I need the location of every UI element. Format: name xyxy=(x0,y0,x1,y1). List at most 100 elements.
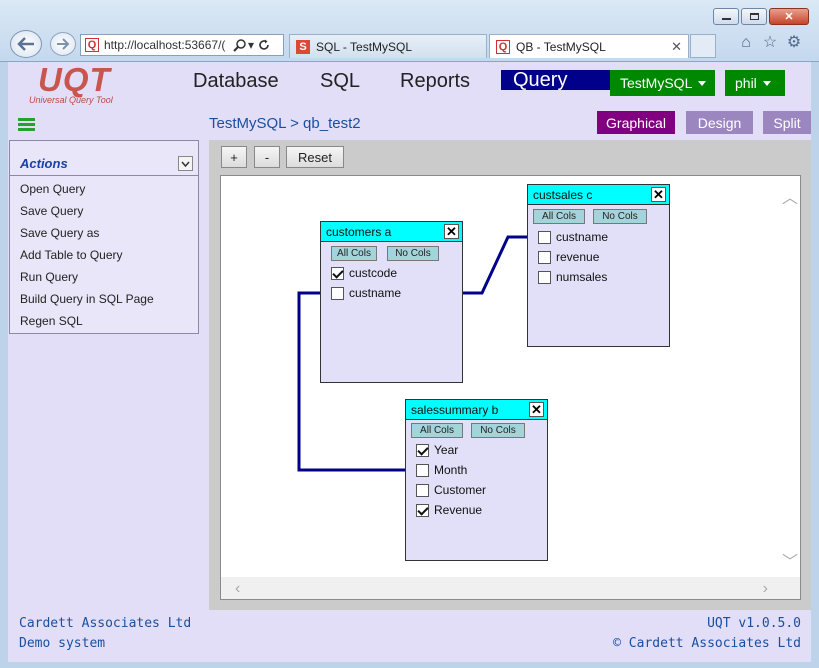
database-select-label: TestMySQL xyxy=(620,75,693,91)
all-cols-button[interactable]: All Cols xyxy=(411,423,463,438)
no-cols-button[interactable]: No Cols xyxy=(471,423,525,438)
window-controls: ✕ xyxy=(713,8,809,25)
action-open-query[interactable]: Open Query xyxy=(10,182,198,204)
footer-copyright: © Cardett Associates Ltd xyxy=(613,636,801,651)
tab-label: SQL - TestMySQL xyxy=(316,39,413,54)
new-tab-button[interactable] xyxy=(690,34,716,58)
table-box-customers[interactable]: customers a ✕ All Cols No Cols custcode … xyxy=(320,221,463,383)
hamburger-menu-icon[interactable] xyxy=(18,118,35,132)
all-cols-button[interactable]: All Cols xyxy=(533,209,585,224)
sidebar: Actions Open Query Save Query Save Query… xyxy=(8,140,209,610)
table-header[interactable]: custsales c ✕ xyxy=(528,185,669,205)
table-box-salessummary[interactable]: salessummary b ✕ All Cols No Cols Year M… xyxy=(405,399,548,561)
column-row: Revenue xyxy=(416,503,482,517)
action-add-table[interactable]: Add Table to Query xyxy=(10,248,198,270)
table-name: customers a xyxy=(326,225,392,239)
forward-button[interactable] xyxy=(50,32,76,56)
design-view-button[interactable]: Design xyxy=(686,111,753,134)
chevron-down-icon xyxy=(698,80,707,86)
column-name: Month xyxy=(434,463,468,477)
column-row: Month xyxy=(416,463,467,477)
footer-system: Demo system xyxy=(19,636,106,651)
app-header: UQT Universal Query Tool Database SQL Re… xyxy=(8,62,811,108)
back-button[interactable] xyxy=(10,30,42,58)
address-url[interactable]: http://localhost:53667/( xyxy=(104,38,230,52)
join-line-customers-custsales xyxy=(462,235,527,295)
actions-menu: Open Query Save Query Save Query as Add … xyxy=(10,176,198,336)
column-checkbox[interactable] xyxy=(331,286,344,300)
user-menu-button[interactable]: phil xyxy=(725,70,785,96)
table-header[interactable]: customers a ✕ xyxy=(321,222,462,242)
column-row: custcode xyxy=(331,266,397,280)
no-cols-button[interactable]: No Cols xyxy=(387,246,439,261)
remove-table-close-icon[interactable]: ✕ xyxy=(529,402,544,417)
column-checkbox[interactable] xyxy=(538,250,551,264)
all-cols-button[interactable]: All Cols xyxy=(331,246,377,261)
horizontal-scrollbar[interactable]: ‹ › xyxy=(221,577,800,599)
action-save-query[interactable]: Save Query xyxy=(10,204,198,226)
query-canvas[interactable]: customers a ✕ All Cols No Cols custcode … xyxy=(220,175,801,600)
sql-favicon-icon: S xyxy=(296,39,310,54)
browser-chrome: ✕ Q http://localhost:53667/( ▾ S SQL - T… xyxy=(0,0,819,62)
address-bar[interactable]: Q http://localhost:53667/( ▾ xyxy=(80,34,284,56)
action-regen-sql[interactable]: Regen SQL xyxy=(10,314,198,336)
no-cols-button[interactable]: No Cols xyxy=(593,209,647,224)
table-box-custsales[interactable]: custsales c ✕ All Cols No Cols custname … xyxy=(527,184,670,347)
column-row: revenue xyxy=(538,250,599,264)
favorites-star-icon[interactable]: ☆ xyxy=(761,34,779,52)
home-icon[interactable]: ⌂ xyxy=(737,34,755,52)
tab-qb[interactable]: Q QB - TestMySQL ✕ xyxy=(489,34,689,58)
column-checkbox[interactable] xyxy=(416,443,429,457)
close-tab-icon[interactable]: ✕ xyxy=(671,39,682,55)
scroll-down-icon[interactable]: ﹀ xyxy=(782,548,798,572)
minimize-icon xyxy=(721,18,731,20)
close-window-button[interactable]: ✕ xyxy=(769,8,809,25)
split-view-button[interactable]: Split xyxy=(763,111,811,134)
actions-panel-header: Actions xyxy=(10,141,198,176)
column-name: numsales xyxy=(556,270,608,284)
column-row: custname xyxy=(538,230,608,244)
nav-database[interactable]: Database xyxy=(193,70,279,93)
refresh-icon[interactable] xyxy=(258,39,270,51)
zoom-out-button[interactable]: - xyxy=(254,146,280,168)
settings-gear-icon[interactable]: ⚙ xyxy=(785,34,803,52)
action-save-query-as[interactable]: Save Query as xyxy=(10,226,198,248)
remove-table-close-icon[interactable]: ✕ xyxy=(444,224,459,239)
column-checkbox[interactable] xyxy=(538,230,551,244)
tab-sql[interactable]: S SQL - TestMySQL xyxy=(289,34,487,58)
footer-version: UQT v1.0.5.0 xyxy=(707,616,801,631)
dropdown-icon[interactable]: ▾ xyxy=(248,38,254,52)
scroll-up-icon[interactable]: ︿ xyxy=(782,184,798,208)
remove-table-close-icon[interactable]: ✕ xyxy=(651,187,666,202)
column-name: custcode xyxy=(349,266,398,280)
column-checkbox[interactable] xyxy=(538,270,551,284)
uqt-logo[interactable]: UQT Universal Query Tool xyxy=(29,62,128,106)
graphical-view-button[interactable]: Graphical xyxy=(597,111,675,134)
site-favicon-icon: Q xyxy=(85,38,99,52)
action-build-query-sql[interactable]: Build Query in SQL Page xyxy=(10,292,198,314)
table-header[interactable]: salessummary b ✕ xyxy=(406,400,547,420)
minimize-button[interactable] xyxy=(713,8,739,25)
actions-panel: Actions Open Query Save Query Save Query… xyxy=(9,140,199,334)
sub-header: TestMySQL > qb_test2 Graphical Design Sp… xyxy=(8,108,811,140)
breadcrumb: TestMySQL > qb_test2 xyxy=(209,115,361,132)
scroll-left-icon[interactable]: ‹ xyxy=(235,580,240,598)
column-checkbox[interactable] xyxy=(416,463,429,477)
scroll-right-icon[interactable]: › xyxy=(763,580,768,598)
nav-sql[interactable]: SQL xyxy=(320,70,360,93)
column-checkbox[interactable] xyxy=(416,503,429,517)
main-area: + - Reset customers a ✕ All Cols No Cols… xyxy=(209,140,811,610)
database-select-button[interactable]: TestMySQL xyxy=(610,70,715,96)
search-icon[interactable] xyxy=(233,38,246,52)
reset-button[interactable]: Reset xyxy=(286,146,344,168)
footer-company: Cardett Associates Ltd xyxy=(19,616,192,631)
footer: Cardett Associates Ltd Demo system UQT v… xyxy=(8,610,811,662)
column-checkbox[interactable] xyxy=(416,483,429,497)
collapse-chevron-icon[interactable] xyxy=(178,156,193,171)
column-checkbox[interactable] xyxy=(331,266,344,280)
action-run-query[interactable]: Run Query xyxy=(10,270,198,292)
nav-reports[interactable]: Reports xyxy=(400,70,470,93)
zoom-in-button[interactable]: + xyxy=(221,146,247,168)
column-row: numsales xyxy=(538,270,607,284)
maximize-button[interactable] xyxy=(741,8,767,25)
